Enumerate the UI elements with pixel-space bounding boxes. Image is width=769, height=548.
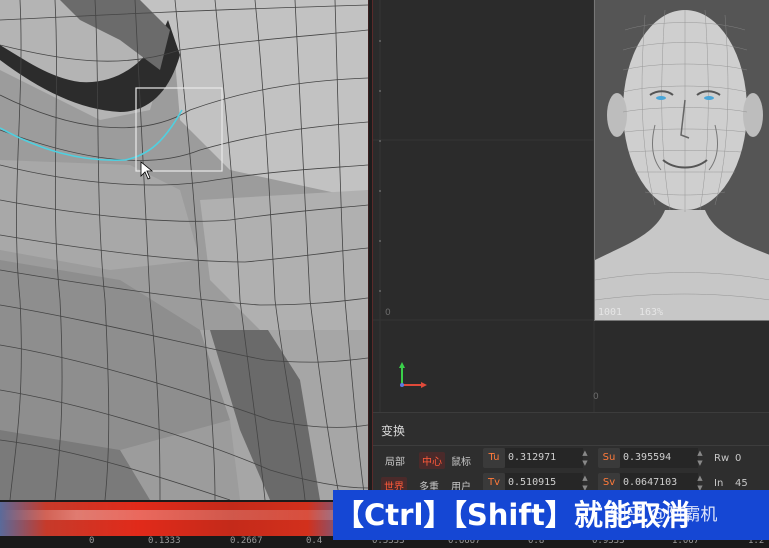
- uv-zoom-label: 163%: [639, 307, 664, 318]
- uv-tick-label: 0: [593, 392, 599, 402]
- timeline-scale-label: 0: [89, 536, 95, 546]
- rw-label: Rw: [714, 453, 730, 464]
- su-stepper[interactable]: ▲ ▼: [696, 448, 704, 468]
- uv-origin-label: 0: [385, 308, 391, 318]
- axis-gizmo-icon: [399, 362, 427, 388]
- in-label: In: [714, 478, 724, 489]
- su-label: Su: [598, 448, 620, 468]
- uv-tile-label: 1001: [598, 307, 623, 318]
- timeline-scale-label: 0.4: [306, 536, 323, 546]
- transform-panel-title: 变换: [381, 424, 406, 438]
- mouse-pivot-option[interactable]: 鼠标: [451, 453, 471, 468]
- in-value[interactable]: 45: [735, 478, 748, 489]
- rw-value[interactable]: 0: [735, 453, 741, 464]
- head-wireframe-image: [595, 0, 769, 320]
- tu-label: Tu: [483, 448, 505, 468]
- su-input[interactable]: 0.395594: [620, 448, 698, 468]
- timeline-scale-label: 0.2667: [230, 536, 263, 546]
- tu-input[interactable]: 0.312971: [505, 448, 583, 468]
- timeline-scale-label: 0.1333: [148, 536, 181, 546]
- mesh-wireframe: [0, 0, 368, 500]
- transform-panel: 变换 局部 中心 鼠标 Tu 0.312971 ▲ ▼ Su 0.395594 ▲…: [373, 412, 769, 500]
- local-space-option[interactable]: 局部: [385, 453, 405, 468]
- watermark: 知乎 @阿霸机: [610, 505, 718, 525]
- uv-texture-preview: 1001 163%: [594, 0, 769, 321]
- tu-stepper[interactable]: ▲ ▼: [581, 448, 589, 468]
- center-pivot-option[interactable]: 中心: [419, 452, 445, 469]
- mesh-viewport[interactable]: [0, 0, 368, 500]
